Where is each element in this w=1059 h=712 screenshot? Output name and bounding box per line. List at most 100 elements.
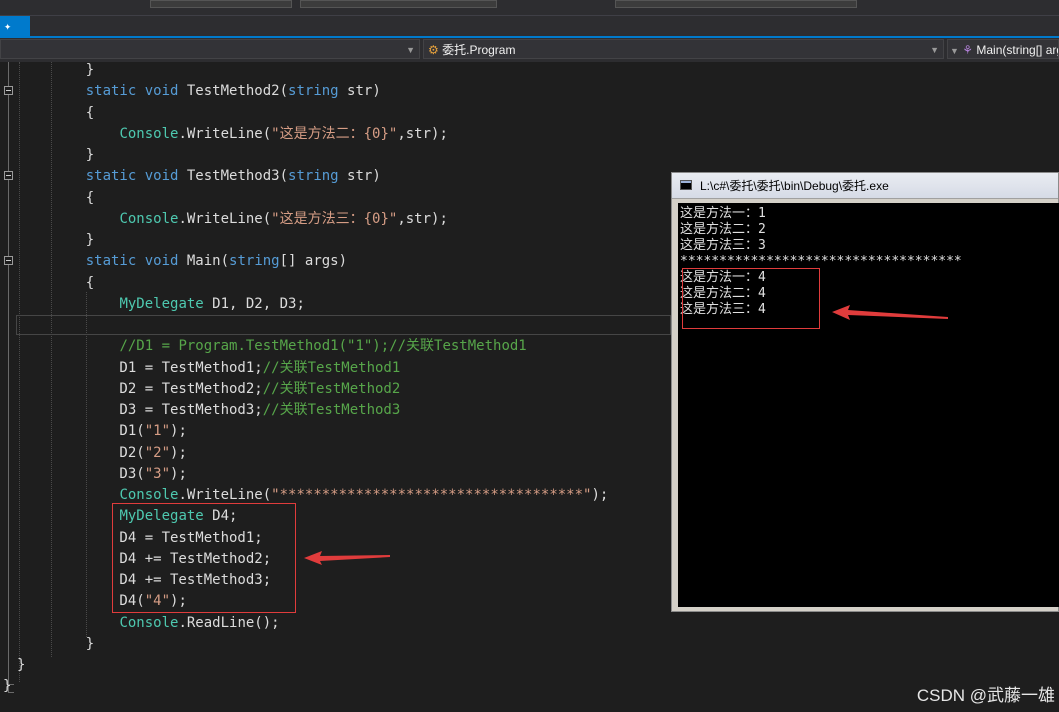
- code-line[interactable]: D2("2");: [52, 443, 187, 464]
- code-line[interactable]: }: [3, 676, 11, 697]
- code-token: TestMethod2(: [178, 83, 289, 100]
- code-token: //关联TestMethod3: [262, 402, 401, 418]
- code-token: }: [52, 62, 95, 78]
- collapse-icon[interactable]: [4, 171, 13, 180]
- chevron-down-icon: ▼: [950, 46, 959, 56]
- code-line[interactable]: }: [52, 145, 94, 166]
- code-token: D1 = TestMethod1;: [52, 359, 263, 376]
- code-token: string: [229, 253, 280, 270]
- toolbar-combo[interactable]: [300, 0, 497, 8]
- code-token: Console: [119, 125, 179, 142]
- code-line[interactable]: Console.WriteLine("这是方法二：{0}",str);: [52, 124, 448, 145]
- code-token: "这是方法三：{0}": [271, 210, 398, 227]
- code-token: string: [288, 168, 339, 185]
- code-token: );: [170, 444, 187, 461]
- code-line[interactable]: D2 = TestMethod2;//关联TestMethod2: [52, 379, 400, 400]
- toolbar-combo[interactable]: [615, 0, 857, 8]
- toolbar-combo[interactable]: [150, 0, 292, 8]
- code-token: string: [288, 83, 339, 100]
- collapse-icon[interactable]: [4, 256, 13, 265]
- console-line: 这是方法一：1: [680, 206, 766, 221]
- code-line[interactable]: D3("3");: [52, 464, 187, 485]
- code-token: }: [3, 678, 12, 695]
- code-token: //D1 = Program.TestMethod1("1");//关联Test…: [119, 338, 527, 355]
- code-line[interactable]: {: [52, 103, 94, 124]
- code-line[interactable]: {: [52, 273, 94, 294]
- code-token: //关联TestMethod2: [262, 380, 401, 397]
- pin-icon[interactable]: ✦: [4, 19, 11, 33]
- highlight-box-console: [682, 268, 820, 329]
- code-line[interactable]: static void TestMethod3(string str): [52, 166, 381, 187]
- console-title-bar[interactable]: L:\c#\委托\委托\bin\Debug\委托.exe: [672, 173, 1058, 199]
- code-line[interactable]: D1("1");: [52, 421, 186, 442]
- code-token: .ReadLine();: [178, 614, 280, 631]
- console-title: L:\c#\委托\委托\bin\Debug\委托.exe: [700, 179, 889, 193]
- code-token: "************************************": [271, 487, 592, 503]
- code-token: D2(: [52, 444, 145, 461]
- member-dropdown-label: Main(string[] args): [976, 43, 1058, 57]
- code-token: "这是方法二：{0}": [271, 125, 398, 142]
- code-line[interactable]: }: [52, 60, 94, 81]
- code-token: .WriteLine(: [178, 487, 272, 503]
- code-line[interactable]: Console.WriteLine("这是方法三：{0}",str);: [52, 209, 448, 230]
- code-token: Main(: [178, 253, 230, 270]
- code-token: str): [338, 168, 381, 185]
- code-token: ,str);: [397, 125, 448, 142]
- code-line[interactable]: MyDelegate D1, D2, D3;: [52, 294, 304, 315]
- project-dropdown[interactable]: ▼: [0, 39, 420, 59]
- code-line[interactable]: }: [52, 230, 94, 251]
- outline-line: [8, 62, 9, 692]
- arrow-annotation-console: [832, 305, 948, 320]
- collapse-icon[interactable]: [4, 86, 13, 95]
- code-token: }: [52, 147, 95, 163]
- console-window[interactable]: L:\c#\委托\委托\bin\Debug\委托.exe 这是方法一：1 这是方法…: [671, 172, 1059, 612]
- console-app-icon: [680, 180, 692, 190]
- code-line[interactable]: }: [17, 655, 25, 676]
- code-line[interactable]: }: [52, 634, 94, 655]
- class-dropdown[interactable]: ⚙ 委托.Program ▼: [423, 39, 944, 59]
- code-line[interactable]: static void TestMethod2(string str): [52, 81, 381, 102]
- code-token: .WriteLine(: [178, 210, 272, 227]
- code-token: void: [144, 83, 179, 100]
- console-output: 这是方法一：1 这是方法二：2 这是方法三：3 *******************…: [678, 203, 1059, 607]
- code-token: [] args): [279, 253, 348, 270]
- code-line[interactable]: D1 = TestMethod1;//关联TestMethod1: [52, 358, 400, 379]
- code-token: D3(: [52, 465, 145, 482]
- code-token: D1(: [52, 423, 145, 440]
- code-token: "1": [144, 423, 171, 440]
- code-line[interactable]: {: [52, 188, 94, 209]
- code-token: );: [170, 465, 187, 482]
- member-dropdown[interactable]: ▼ ⚘ Main(string[] args): [947, 39, 1059, 59]
- code-token: }: [52, 232, 95, 248]
- code-line[interactable]: D3 = TestMethod3;//关联TestMethod3: [52, 400, 400, 421]
- code-token: ,str);: [397, 210, 448, 227]
- class-icon: ⚙: [428, 43, 439, 57]
- code-token: .WriteLine(: [178, 125, 272, 142]
- watermark: CSDN @武藤一雄: [916, 686, 1055, 705]
- code-token: }: [17, 657, 26, 673]
- code-token: {: [52, 104, 95, 121]
- document-tab-strip: ✦: [0, 16, 1059, 38]
- code-line[interactable]: static void Main(string[] args): [52, 251, 347, 272]
- active-document-tab[interactable]: ✦: [0, 16, 30, 36]
- indent-guide: [19, 62, 20, 682]
- code-token: Console: [119, 614, 179, 631]
- code-line[interactable]: //D1 = Program.TestMethod1("1");//关联Test…: [52, 336, 527, 357]
- method-icon: ⚘: [962, 43, 974, 57]
- code-token: void: [144, 168, 179, 185]
- ide-toolbar: [0, 0, 1059, 16]
- code-token: Console: [119, 487, 179, 503]
- highlight-box-code: [112, 503, 296, 613]
- current-line-highlight: [16, 315, 671, 335]
- code-line[interactable]: Console.ReadLine();: [52, 613, 280, 634]
- arrow-annotation-code: [304, 551, 390, 565]
